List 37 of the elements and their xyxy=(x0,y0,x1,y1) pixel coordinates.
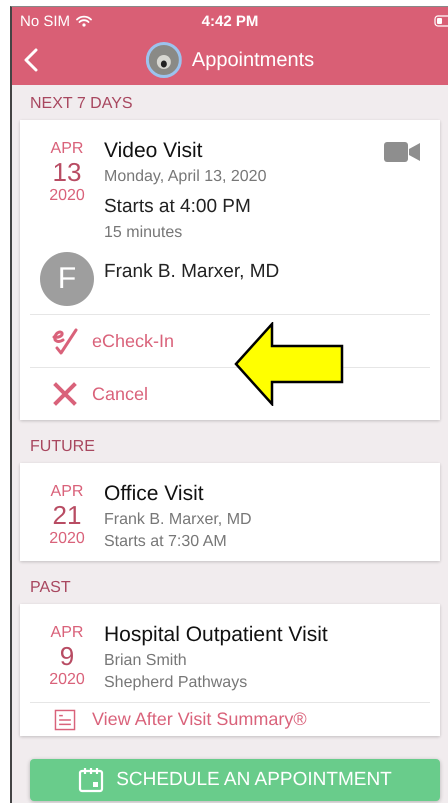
date-year: 2020 xyxy=(49,670,85,690)
date-day: 9 xyxy=(60,642,74,670)
section-heading: FUTURE xyxy=(29,437,96,457)
appointment-detail: 15 minutes xyxy=(104,223,184,243)
check-icon xyxy=(50,326,80,356)
appointment-detail: Starts at 7:30 AM xyxy=(104,532,228,552)
wifi-icon xyxy=(76,15,92,27)
appointment-title: Video Visit xyxy=(104,138,204,164)
date-year: 2020 xyxy=(49,186,85,206)
date-month: APR xyxy=(50,624,84,642)
page-title: Appointments xyxy=(192,48,314,72)
appointment-detail: Brian Smith xyxy=(104,651,188,671)
appointment-detail: Monday, April 13, 2020 xyxy=(104,167,266,187)
section-heading: PAST xyxy=(29,578,72,598)
date-day: 21 xyxy=(52,501,82,529)
appointment-detail: Starts at 4:00 PM xyxy=(104,195,252,219)
appointment-detail: Shepherd Pathways xyxy=(104,673,248,693)
status-time: 4:42 PM xyxy=(202,12,258,30)
appointment-title: Office Visit xyxy=(104,481,205,507)
appointment-detail: Frank B. Marxer, MD xyxy=(104,510,252,530)
provider-avatar: F xyxy=(40,252,94,306)
date-day: 13 xyxy=(52,158,82,186)
date-year: 2020 xyxy=(49,529,85,549)
date-month: APR xyxy=(50,483,84,501)
appointment-card[interactable]: APR 9 2020 Hospital Outpatient Visit Brian Smith Shepherd Pathways View After Visit Summary® xyxy=(20,604,440,736)
carrier-text: No SIM xyxy=(20,12,70,30)
action-link[interactable]: View After Visit Summary® xyxy=(30,702,430,736)
schedule-appointment-button[interactable]: SCHEDULE AN APPOINTMENT xyxy=(30,759,440,801)
section-heading: NEXT 7 DAYS xyxy=(29,94,134,114)
provider-name: Frank B. Marxer, MD xyxy=(104,261,280,283)
appointment-title: Hospital Outpatient Visit xyxy=(104,622,328,648)
appointment-card[interactable]: APR 21 2020 Office Visit Frank B. Marxer, MD Starts at 7:30 AM xyxy=(20,463,440,561)
battery-icon xyxy=(434,15,448,27)
profile-avatar-icon[interactable] xyxy=(146,42,182,78)
appointment-card[interactable]: APR 13 2020 Video Visit Monday, April 13, 2020 Starts at 4:00 PM 15 minutes F Frank B. Marxer, MD eCheck-In Cancel xyxy=(20,120,440,420)
date-month: APR xyxy=(50,140,84,158)
calendar-icon xyxy=(78,767,104,793)
